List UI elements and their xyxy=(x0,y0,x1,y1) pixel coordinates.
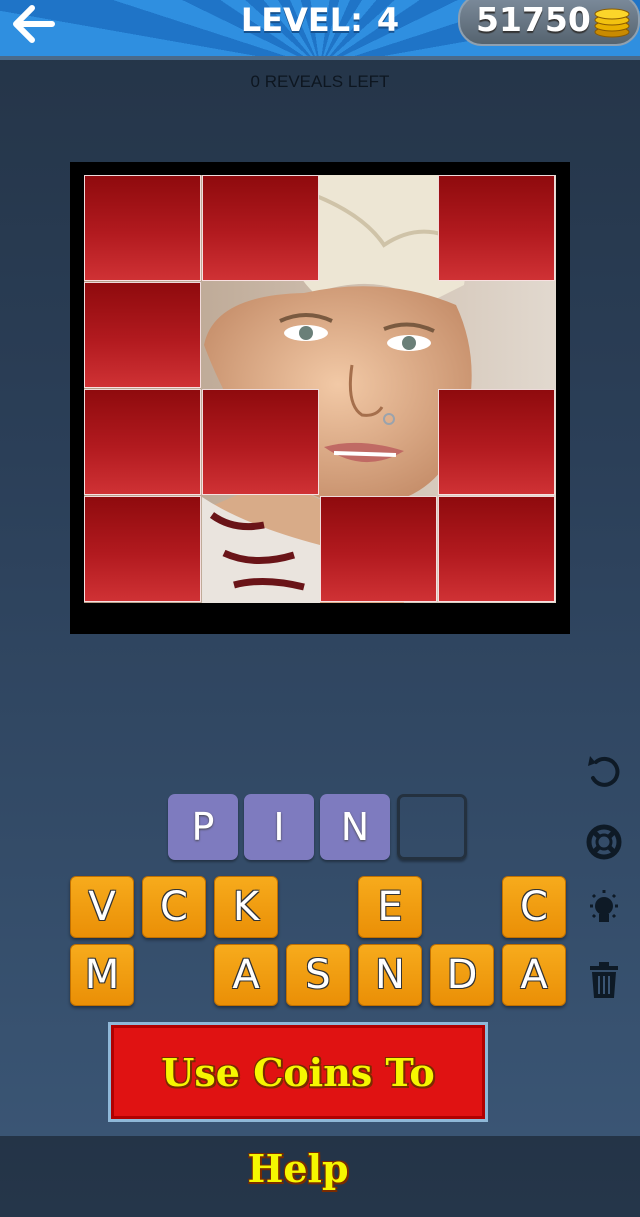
hidden-tile[interactable] xyxy=(438,389,555,495)
coins-value: 51750 xyxy=(476,0,591,39)
level-indicator: LEVEL: 4 xyxy=(210,0,430,44)
hidden-tile[interactable] xyxy=(84,175,201,281)
hidden-tile[interactable] xyxy=(202,389,319,495)
lifebuoy-icon[interactable] xyxy=(582,820,626,864)
hidden-tile[interactable] xyxy=(202,175,319,281)
hidden-tile[interactable] xyxy=(84,496,201,602)
level-number: 4 xyxy=(376,1,400,39)
use-coins-banner[interactable]: Use Coins To Help xyxy=(108,1022,488,1191)
answer-slot-4[interactable] xyxy=(397,794,467,860)
trash-icon[interactable] xyxy=(582,958,626,1002)
puzzle-grid xyxy=(84,175,556,603)
reveals-left-text: 0 REVEALS LEFT xyxy=(250,72,390,91)
answer-slot-3[interactable]: N xyxy=(320,794,390,860)
letter-key[interactable]: V xyxy=(70,876,134,938)
level-label: LEVEL: xyxy=(240,1,363,39)
undo-icon[interactable] xyxy=(582,748,626,792)
letter-key[interactable]: C xyxy=(502,876,566,938)
banner-text: Use Coins To Help xyxy=(161,1050,435,1191)
answer-slot-2[interactable]: I xyxy=(244,794,314,860)
coins-counter[interactable]: 51750 xyxy=(458,0,640,46)
letter-key[interactable]: K xyxy=(214,876,278,938)
lightbulb-icon[interactable] xyxy=(582,886,626,930)
hidden-tile[interactable] xyxy=(84,389,201,495)
letter-key[interactable]: N xyxy=(358,944,422,1006)
hidden-tile[interactable] xyxy=(438,175,555,281)
letter-key[interactable]: M xyxy=(70,944,134,1006)
hidden-tile[interactable] xyxy=(320,496,437,602)
back-arrow-icon[interactable] xyxy=(10,4,56,44)
hidden-tile[interactable] xyxy=(438,496,555,602)
letter-key[interactable]: C xyxy=(142,876,206,938)
letter-key[interactable]: A xyxy=(502,944,566,1006)
top-bar: LEVEL: 4 51750 xyxy=(0,0,640,60)
answer-slot-1[interactable]: P xyxy=(168,794,238,860)
letter-key[interactable]: S xyxy=(286,944,350,1006)
coin-stack-icon xyxy=(592,2,632,38)
letter-key[interactable]: D xyxy=(430,944,494,1006)
letter-key[interactable]: E xyxy=(358,876,422,938)
hidden-tile[interactable] xyxy=(84,282,201,388)
letter-key[interactable]: A xyxy=(214,944,278,1006)
